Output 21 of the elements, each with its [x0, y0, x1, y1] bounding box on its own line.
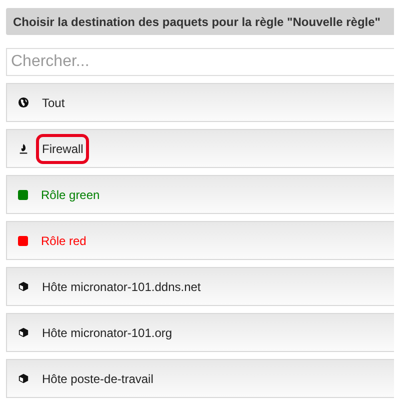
- item-label: Hôte micronator-101.ddns.net: [41, 278, 202, 296]
- item-label: Hôte micronator-101.org: [41, 324, 174, 342]
- destination-item[interactable]: Hôte micronator-101.ddns.net: [6, 267, 394, 306]
- item-label: Firewall: [36, 134, 90, 164]
- item-label: Tout: [41, 94, 66, 112]
- search-field[interactable]: Chercher...: [6, 48, 394, 76]
- flame-icon: [18, 143, 29, 154]
- destination-item[interactable]: Hôte micronator-101.org: [6, 313, 394, 352]
- destination-item[interactable]: Rôle green: [6, 175, 394, 214]
- item-label: Rôle red: [40, 232, 88, 250]
- cube-icon: [18, 373, 29, 384]
- cube-icon: [18, 327, 29, 338]
- destination-item[interactable]: Tout: [6, 83, 394, 122]
- item-label: Rôle green: [40, 186, 101, 204]
- destination-item[interactable]: Hôte poste-de-travail: [6, 359, 394, 398]
- cube-icon: [18, 281, 29, 292]
- globe-icon: [18, 97, 29, 108]
- destination-item[interactable]: Rôle red: [6, 221, 394, 260]
- item-label: Hôte poste-de-travail: [41, 370, 154, 388]
- destination-item[interactable]: Firewall: [6, 129, 394, 168]
- dialog-title: Choisir la destination des paquets pour la règle "Nouvelle règle": [13, 14, 380, 28]
